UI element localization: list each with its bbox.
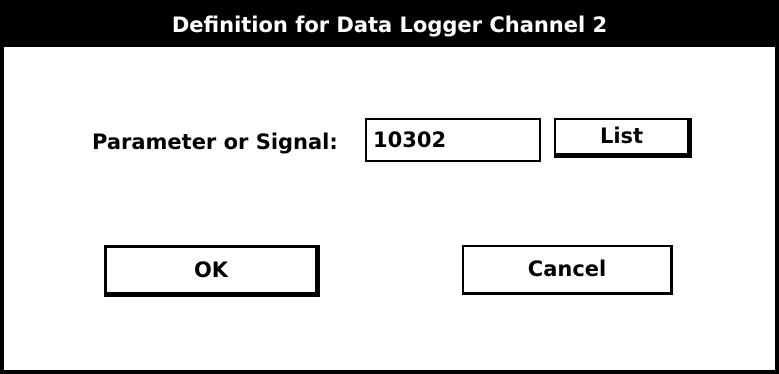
data-logger-channel-dialog: Definition for Data Logger Channel 2 Par… <box>0 0 779 374</box>
list-button[interactable]: List <box>554 118 692 158</box>
dialog-title: Definition for Data Logger Channel 2 <box>171 13 608 37</box>
parameter-input[interactable] <box>365 118 541 162</box>
dialog-title-bar[interactable]: Definition for Data Logger Channel 2 <box>4 4 775 47</box>
cancel-button[interactable]: Cancel <box>462 245 673 295</box>
ok-button[interactable]: OK <box>104 245 320 297</box>
parameter-label: Parameter or Signal: <box>92 130 338 154</box>
